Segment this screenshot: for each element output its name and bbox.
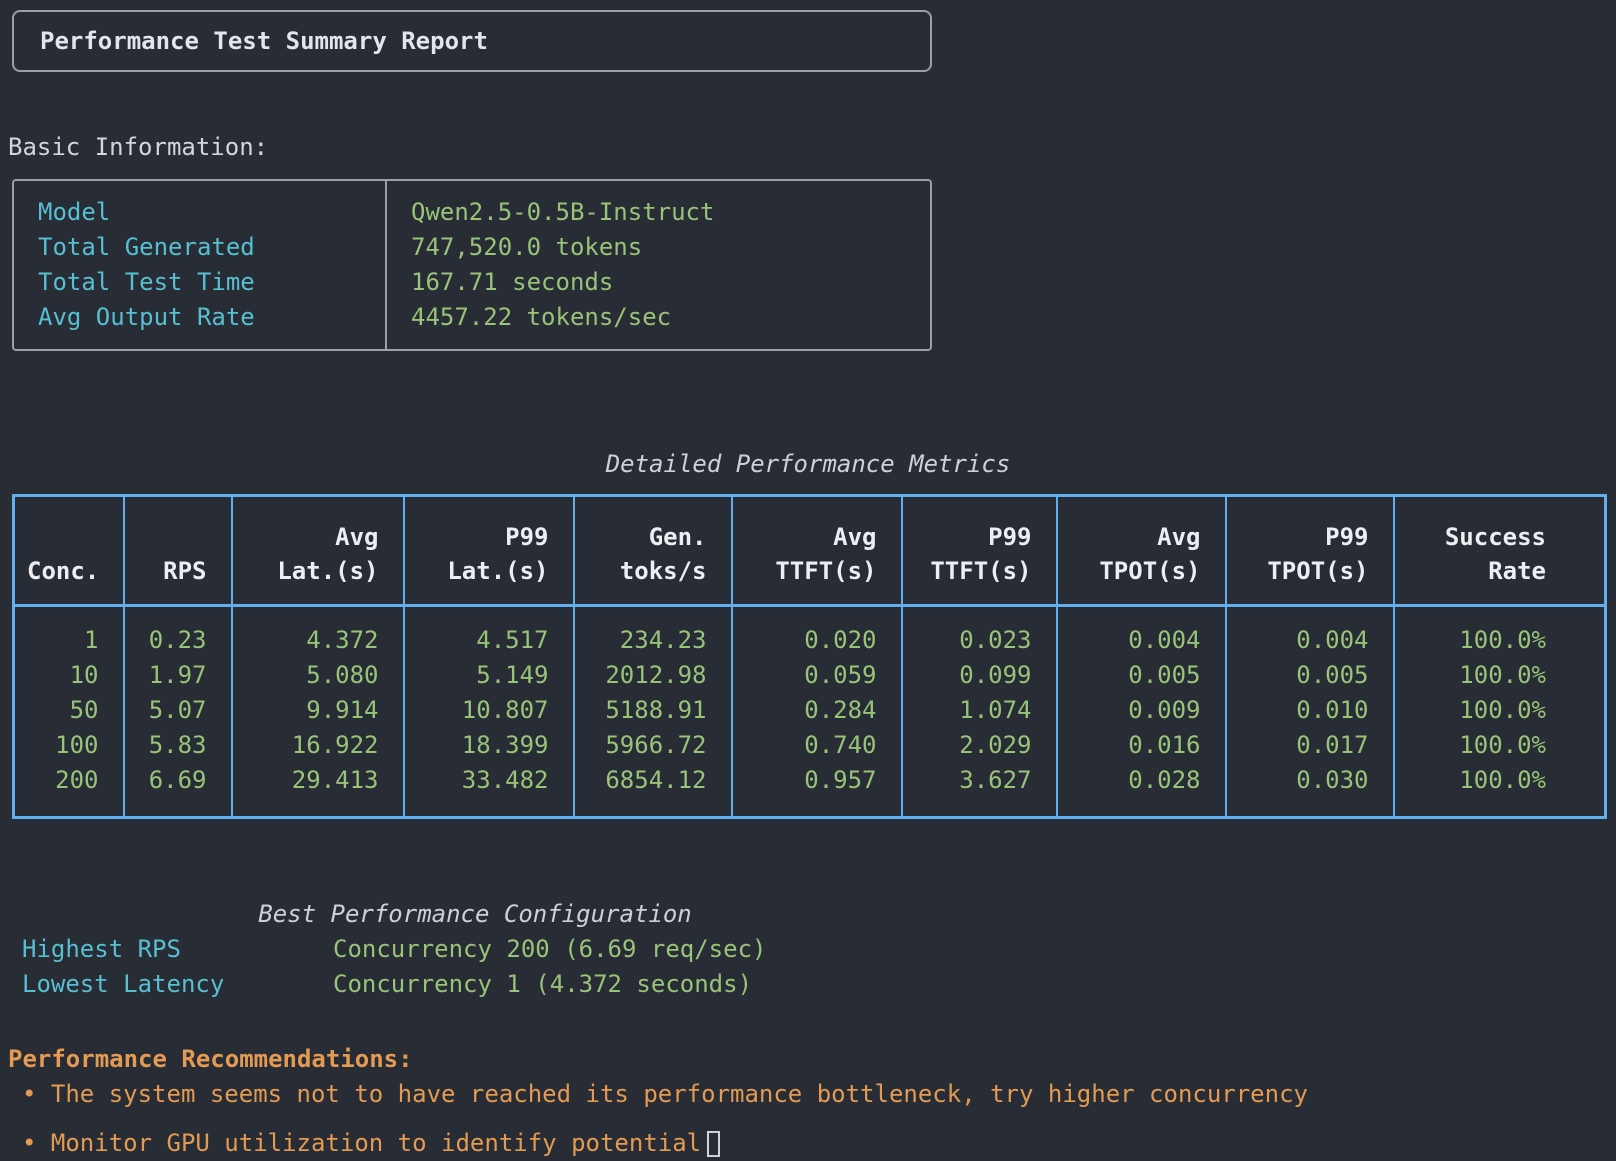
info-label: Total Generated [38,230,385,265]
table-cell: 0.020 [732,606,902,659]
metrics-body: 10.234.3724.517234.230.0200.0230.0040.00… [14,606,1606,818]
table-cell: 0.004 [1226,606,1394,659]
table-cell: 5.07 [124,693,232,728]
table-cell: 50 [14,693,124,728]
basic-info-heading: Basic Information: [8,130,1616,165]
column-header: Avg TPOT(s) [1057,496,1226,606]
table-cell: 0.016 [1057,728,1226,763]
info-label: Model [38,195,385,230]
table-cell: 4.517 [404,606,574,659]
recommendations-heading: Performance Recommendations: [8,1042,1616,1077]
info-value: 4457.22 tokens/sec [411,300,930,335]
table-cell: 1 [14,606,124,659]
table-cell: 0.017 [1226,728,1394,763]
table-row: 101.975.0805.1492012.980.0590.0990.0050.… [14,658,1606,693]
table-cell: 3.627 [902,763,1057,818]
table-cell: 5.83 [124,728,232,763]
table-cell: 100.0% [1394,658,1606,693]
best-config-section: Best Performance Configuration Highest R… [0,897,950,1002]
best-config-row: Lowest Latency Concurrency 1 (4.372 seco… [0,967,950,1002]
table-cell: 0.009 [1057,693,1226,728]
info-value: Qwen2.5-0.5B-Instruct [411,195,930,230]
best-config-label: Highest RPS [0,932,333,967]
best-config-value: Concurrency 1 (4.372 seconds) [333,967,752,1002]
table-cell: 1.97 [124,658,232,693]
column-header: Avg Lat.(s) [232,496,404,606]
recommendation-item: • The system seems not to have reached i… [8,1077,1616,1112]
table-row: 2006.6929.41333.4826854.120.9573.6270.02… [14,763,1606,818]
column-header: P99 Lat.(s) [404,496,574,606]
best-config-label: Lowest Latency [0,967,333,1002]
column-header: RPS [124,496,232,606]
table-cell: 5.080 [232,658,404,693]
column-header: Avg TTFT(s) [732,496,902,606]
table-cell: 5188.91 [574,693,732,728]
table-row: 10.234.3724.517234.230.0200.0230.0040.00… [14,606,1606,659]
column-header: P99 TPOT(s) [1226,496,1394,606]
recommendation-item-partial: • Monitor GPU utilization to identify po… [8,1126,1616,1161]
table-cell: 0.004 [1057,606,1226,659]
info-label: Total Test Time [38,265,385,300]
table-cell: 0.005 [1226,658,1394,693]
table-cell: 29.413 [232,763,404,818]
metrics-header-row: Conc.RPSAvg Lat.(s)P99 Lat.(s)Gen. toks/… [14,496,1606,606]
best-config-value: Concurrency 200 (6.69 req/sec) [333,932,766,967]
table-cell: 0.099 [902,658,1057,693]
column-header: Conc. [14,496,124,606]
table-cell: 2012.98 [574,658,732,693]
basic-info-table: Model Total Generated Total Test Time Av… [12,179,932,351]
table-cell: 100.0% [1394,763,1606,818]
terminal-cursor [707,1131,720,1157]
table-cell: 100.0% [1394,693,1606,728]
table-cell: 0.740 [732,728,902,763]
basic-info-values-column: Qwen2.5-0.5B-Instruct 747,520.0 tokens 1… [387,181,930,349]
report-title-box: Performance Test Summary Report [12,10,932,72]
info-value: 747,520.0 tokens [411,230,930,265]
table-cell: 0.030 [1226,763,1394,818]
table-row: 505.079.91410.8075188.910.2841.0740.0090… [14,693,1606,728]
column-header: Success Rate [1394,496,1606,606]
best-config-title: Best Performance Configuration [0,897,950,932]
table-cell: 4.372 [232,606,404,659]
table-cell: 5.149 [404,658,574,693]
column-header: Gen. toks/s [574,496,732,606]
table-cell: 0.284 [732,693,902,728]
table-cell: 100.0% [1394,728,1606,763]
metrics-table: Conc.RPSAvg Lat.(s)P99 Lat.(s)Gen. toks/… [12,494,1607,819]
basic-info-labels-column: Model Total Generated Total Test Time Av… [14,181,387,349]
table-cell: 0.957 [732,763,902,818]
table-cell: 6854.12 [574,763,732,818]
column-header: P99 TTFT(s) [902,496,1057,606]
table-row: 1005.8316.92218.3995966.720.7402.0290.01… [14,728,1606,763]
info-label: Avg Output Rate [38,300,385,335]
table-cell: 200 [14,763,124,818]
table-cell: 0.23 [124,606,232,659]
best-config-row: Highest RPS Concurrency 200 (6.69 req/se… [0,932,950,967]
table-cell: 0.028 [1057,763,1226,818]
info-value: 167.71 seconds [411,265,930,300]
report-title: Performance Test Summary Report [40,27,488,55]
table-cell: 1.074 [902,693,1057,728]
table-cell: 0.005 [1057,658,1226,693]
table-cell: 10 [14,658,124,693]
partial-line-text: • Monitor GPU utilization to identify po… [22,1129,701,1157]
table-cell: 10.807 [404,693,574,728]
table-cell: 33.482 [404,763,574,818]
table-cell: 0.059 [732,658,902,693]
table-cell: 0.023 [902,606,1057,659]
table-cell: 16.922 [232,728,404,763]
table-cell: 100.0% [1394,606,1606,659]
table-cell: 2.029 [902,728,1057,763]
table-cell: 6.69 [124,763,232,818]
table-cell: 9.914 [232,693,404,728]
table-cell: 5966.72 [574,728,732,763]
metrics-section-title: Detailed Performance Metrics [12,447,1604,482]
table-cell: 0.010 [1226,693,1394,728]
table-cell: 18.399 [404,728,574,763]
table-cell: 234.23 [574,606,732,659]
table-cell: 100 [14,728,124,763]
recommendations-section: Performance Recommendations: • The syste… [0,1042,1616,1161]
